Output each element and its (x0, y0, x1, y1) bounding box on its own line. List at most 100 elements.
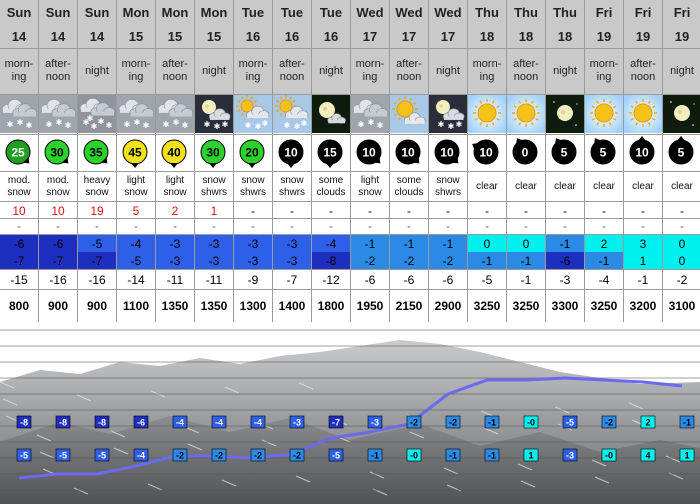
max-temp-text: -6 (52, 236, 64, 251)
condition-text: clear (671, 180, 693, 192)
wind-chill-text: -6 (442, 273, 454, 287)
condition-text: snow (202, 174, 226, 186)
snowfall-value: - (624, 202, 662, 219)
condition-text: snow (436, 174, 460, 186)
row-divider (0, 201, 700, 202)
rain-text: - (134, 221, 138, 233)
rain-text: - (524, 221, 528, 233)
max-temp-text: -4 (325, 236, 337, 251)
day-name: Fri (673, 4, 691, 20)
min-temp-value: -7 (0, 252, 38, 269)
max-temp-value: -6 (39, 235, 77, 252)
min-temp-value: -1 (507, 252, 545, 269)
date-label: 19 (624, 24, 662, 48)
max-temp-text: 2 (600, 236, 608, 251)
wind-arrow-icon: 15 (312, 135, 350, 171)
wind-arrow-icon: 0 (507, 135, 545, 171)
temp-tag-value: -1 (488, 418, 496, 428)
max-temp-value: -3 (195, 235, 233, 252)
wind-chill-text: -2 (676, 273, 688, 287)
svg-text:✱: ✱ (106, 121, 113, 130)
max-temp-text: 0 (678, 236, 686, 251)
sun-cloud-snow-icon: ✱ ✱ ✱ (273, 95, 311, 133)
max-temp-value: -5 (78, 235, 116, 252)
day-label: Thu (507, 0, 545, 24)
date-number: 17 (440, 28, 456, 44)
svg-text:✱: ✱ (46, 120, 53, 129)
temp-tag-value: -5 (332, 451, 340, 461)
max-temp-text: -1 (403, 236, 415, 251)
upper-temperature-tag: -2 (601, 415, 617, 429)
snowfall-text: 5 (132, 203, 140, 218)
lower-temperature-tag: 4 (640, 448, 656, 462)
min-temp-text: -7 (91, 253, 103, 268)
day-label: Wed (351, 0, 389, 24)
wind-chill-value: -6 (390, 270, 428, 290)
min-temp-value: -2 (390, 252, 428, 269)
time-of-day-label: after-noon (390, 48, 428, 94)
date-number: 18 (557, 28, 573, 44)
wind-arrow-icon: 25 (0, 135, 38, 171)
condition-text: snow (358, 186, 382, 198)
condition-text: clear (593, 180, 615, 192)
condition-text: light (360, 174, 380, 186)
max-temp-value: -1 (351, 235, 389, 252)
time-of-day-text: night (553, 64, 577, 77)
overcast-snow-icon: ✱ ✱ ✱ (351, 95, 389, 133)
upper-temperature-tag: -7 (328, 415, 344, 429)
freezing-level-value: 3300 (546, 290, 584, 322)
wind-chill-text: -1 (520, 273, 532, 287)
snowfall-value: - (351, 202, 389, 219)
max-temp-text: -1 (559, 236, 571, 251)
max-temp-text: 0 (483, 236, 491, 251)
lower-temperature-tag: -2 (172, 448, 188, 462)
max-temp-value: -4 (312, 235, 350, 252)
moon-cloud-snow-icon: ✱ ✱ ✱ (195, 95, 233, 133)
svg-text:✱: ✱ (65, 121, 72, 130)
wind-chill-text: -16 (88, 273, 106, 287)
snowfall-text: 2 (171, 203, 179, 218)
rain-value: - (546, 219, 584, 235)
temp-tag-value: -4 (137, 451, 145, 461)
wind-speed-value: 45 (128, 146, 142, 160)
condition-text: snow (124, 186, 148, 198)
weather-condition: clear (585, 171, 623, 202)
weather-condition: some clouds (312, 171, 350, 202)
rain-text: - (368, 221, 372, 233)
condition-text: clear (515, 180, 537, 192)
date-label: 16 (273, 24, 311, 48)
lower-temperature-tag: -5 (55, 448, 71, 462)
wind-chill-value: -15 (0, 270, 38, 290)
snowfall-text: - (602, 203, 606, 218)
day-label: Wed (390, 0, 428, 24)
date-label: 19 (663, 24, 700, 48)
freezing-level-value: 1350 (195, 290, 233, 322)
weather-condition: snow shwrs (429, 171, 467, 202)
min-temp-value: -3 (156, 252, 194, 269)
snowfall-text: - (368, 203, 372, 218)
date-label: 16 (312, 24, 350, 48)
date-label: 14 (0, 24, 38, 48)
time-of-day-label: night (429, 48, 467, 94)
wind-speed-value: 30 (50, 146, 64, 160)
sun-icon (624, 95, 662, 133)
time-of-day-label: night (546, 48, 584, 94)
wind-chill-value: -2 (663, 270, 700, 290)
forecast-table: Sun 14 morn-ing ✱ ✱ ✱ 25 mod. snow 10- -6 -7 -15 8… (0, 0, 700, 322)
time-of-day-text: night (85, 64, 109, 77)
date-number: 15 (167, 28, 183, 44)
rain-value: - (156, 219, 194, 235)
wind-speed-value: 10 (362, 146, 376, 160)
day-name: Wed (356, 4, 384, 20)
max-temp-value: -1 (546, 235, 584, 252)
rain-value: - (195, 219, 233, 235)
wind-chill-value: -1 (624, 270, 662, 290)
wind-speed-value: 25 (11, 146, 25, 160)
date-label: 14 (78, 24, 116, 48)
day-name: Mon (200, 4, 228, 20)
upper-temperature-tag: -3 (367, 415, 383, 429)
date-number: 17 (362, 28, 378, 44)
date-label: 18 (507, 24, 545, 48)
weather-condition: heavy snow (78, 171, 116, 202)
rain-value: - (117, 219, 155, 235)
